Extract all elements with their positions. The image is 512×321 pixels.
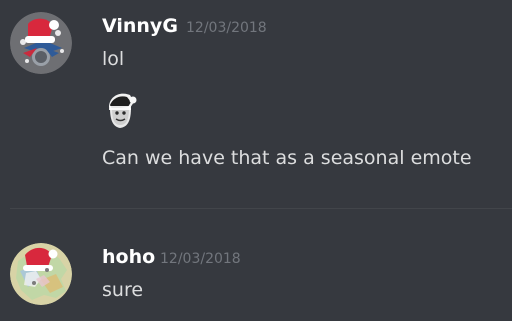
santa-hat-map-avatar-icon bbox=[10, 243, 72, 305]
santa-hat-face-emote-icon bbox=[102, 88, 138, 132]
username[interactable]: hoho bbox=[102, 248, 155, 267]
message-text: Can we have that as a seasonal emote bbox=[102, 147, 472, 169]
user-avatar-hoho[interactable] bbox=[10, 243, 72, 305]
username[interactable]: VinnyG bbox=[102, 17, 178, 36]
user-avatar-vinnyg[interactable] bbox=[10, 12, 72, 74]
timestamp: 12/03/2018 bbox=[186, 20, 267, 36]
message-text: lol bbox=[102, 48, 125, 70]
santa-hat-logo-avatar-icon bbox=[10, 12, 72, 74]
message-divider bbox=[10, 208, 512, 209]
timestamp: 12/03/2018 bbox=[160, 251, 241, 267]
message-text: sure bbox=[102, 279, 144, 301]
